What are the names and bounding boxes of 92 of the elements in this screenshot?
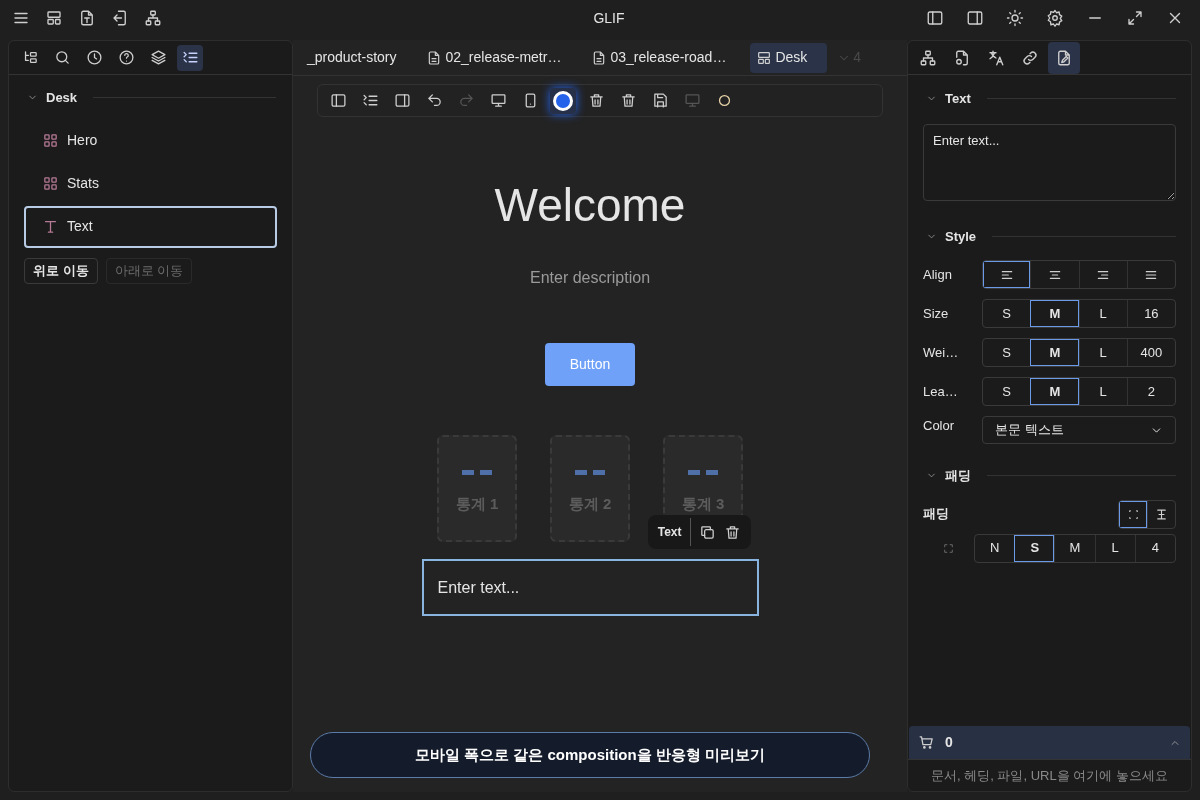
- size-option[interactable]: L: [1078, 300, 1127, 327]
- layers-icon: [149, 49, 167, 66]
- hierarchy-icon[interactable]: [144, 9, 162, 27]
- preview-button[interactable]: 모바일 폭으로 같은 composition을 반응형 미리보기: [310, 732, 870, 778]
- size-option[interactable]: L: [1078, 339, 1127, 366]
- size-option[interactable]: S: [983, 339, 1031, 366]
- layout-icon[interactable]: [45, 9, 63, 27]
- grid-icon: [42, 175, 59, 192]
- color-swatch: [553, 90, 573, 111]
- document-tab[interactable]: Desk: [750, 42, 828, 73]
- monitor-icon: [683, 92, 701, 109]
- link-icon: [1021, 48, 1039, 67]
- maximize-icon[interactable]: [1126, 9, 1144, 27]
- trash-icon: [587, 92, 605, 109]
- field-label: Lea…: [923, 382, 959, 401]
- save-icon: [651, 92, 669, 109]
- file-edit-icon: [1055, 48, 1073, 67]
- section-title: Desk: [46, 89, 78, 107]
- tree-item[interactable]: Hero: [24, 119, 277, 162]
- padding-option[interactable]: S: [1014, 534, 1055, 562]
- app-title: GLIF: [593, 8, 625, 28]
- selection-label: Text: [657, 518, 691, 546]
- field-label: Color: [923, 417, 956, 435]
- copy-icon[interactable]: [698, 523, 716, 541]
- trash-icon[interactable]: [723, 523, 741, 541]
- value-field[interactable]: 400: [1126, 339, 1175, 366]
- panel-tab[interactable]: [177, 44, 203, 71]
- monitor-icon: [489, 92, 507, 109]
- document-tab[interactable]: 02_release-metr…: [420, 42, 568, 73]
- align-option[interactable]: [983, 261, 1031, 288]
- color-button[interactable]: [550, 87, 576, 114]
- padding-option[interactable]: N: [975, 534, 1015, 562]
- redo-icon: [457, 92, 475, 109]
- settings-icon[interactable]: [1046, 9, 1064, 27]
- select-value: 본문 텍스트: [995, 421, 1064, 440]
- help-icon: [117, 49, 135, 66]
- document-tab[interactable]: 03_release-road…: [585, 42, 733, 73]
- field-label: Align: [923, 265, 953, 284]
- left-panel-icon: [329, 92, 347, 109]
- field-label: Size: [923, 304, 950, 323]
- file-search-icon: [953, 48, 971, 67]
- undo-icon: [425, 92, 443, 109]
- hierarchy-icon: [919, 48, 937, 67]
- size-option[interactable]: S: [983, 300, 1031, 327]
- color-select[interactable]: 본문 텍스트: [982, 416, 1176, 444]
- text-input[interactable]: Enter text...: [923, 123, 1176, 201]
- drop-hint: 문서, 헤딩, 파일, URL을 여기에 놓으세요: [908, 759, 1191, 791]
- cart-count: 0: [945, 733, 954, 752]
- size-option[interactable]: M: [1030, 378, 1079, 405]
- layout-icon: [756, 49, 773, 66]
- document-tab[interactable]: _product-story: [301, 42, 403, 73]
- section-title: 패딩: [945, 467, 971, 485]
- size-option[interactable]: L: [1078, 378, 1127, 405]
- field-label: 패딩: [923, 505, 949, 524]
- right-panel-icon: [393, 92, 411, 109]
- frame-icon: [942, 541, 955, 555]
- move-button[interactable]: 위로 이동: [24, 257, 98, 284]
- text-block[interactable]: Enter text...: [421, 559, 759, 616]
- import-icon[interactable]: [111, 9, 129, 27]
- translate-icon: [987, 48, 1005, 67]
- placeholder-dashes: [575, 470, 605, 475]
- value-field[interactable]: 4: [1134, 534, 1175, 562]
- trash-icon: [619, 92, 637, 109]
- tree-item[interactable]: Stats: [24, 162, 277, 205]
- cart-icon: [918, 734, 935, 751]
- padding-mode[interactable]: [1119, 500, 1147, 528]
- value-field[interactable]: 2: [1126, 378, 1175, 405]
- size-option[interactable]: S: [983, 378, 1031, 405]
- padding-axis-icon: [1154, 506, 1169, 522]
- placeholder-dashes: [462, 470, 492, 475]
- heading: Welcome: [494, 179, 686, 231]
- padding-option[interactable]: L: [1094, 534, 1135, 562]
- description-text: Enter description: [529, 268, 651, 288]
- tree-item[interactable]: Text: [24, 205, 277, 248]
- placeholder-dashes: [688, 470, 718, 475]
- field-label: Wei…: [923, 343, 960, 362]
- clock-icon: [85, 49, 103, 66]
- section-title: Style: [945, 227, 977, 246]
- right-panel-icon[interactable]: [966, 9, 984, 27]
- text-file-icon[interactable]: [78, 9, 96, 27]
- value-field[interactable]: 16: [1126, 300, 1175, 327]
- section-title: Text: [945, 90, 971, 108]
- panel-tab[interactable]: [1048, 41, 1080, 74]
- size-option[interactable]: M: [1030, 300, 1079, 327]
- text-icon: [42, 218, 59, 235]
- cart-bar[interactable]: 0: [909, 726, 1190, 759]
- sun-icon[interactable]: [1006, 9, 1024, 27]
- padding-option[interactable]: M: [1054, 534, 1095, 562]
- search-icon: [53, 49, 71, 66]
- grid-icon: [42, 132, 59, 149]
- size-option[interactable]: M: [1030, 339, 1079, 366]
- left-panel-icon[interactable]: [926, 9, 944, 27]
